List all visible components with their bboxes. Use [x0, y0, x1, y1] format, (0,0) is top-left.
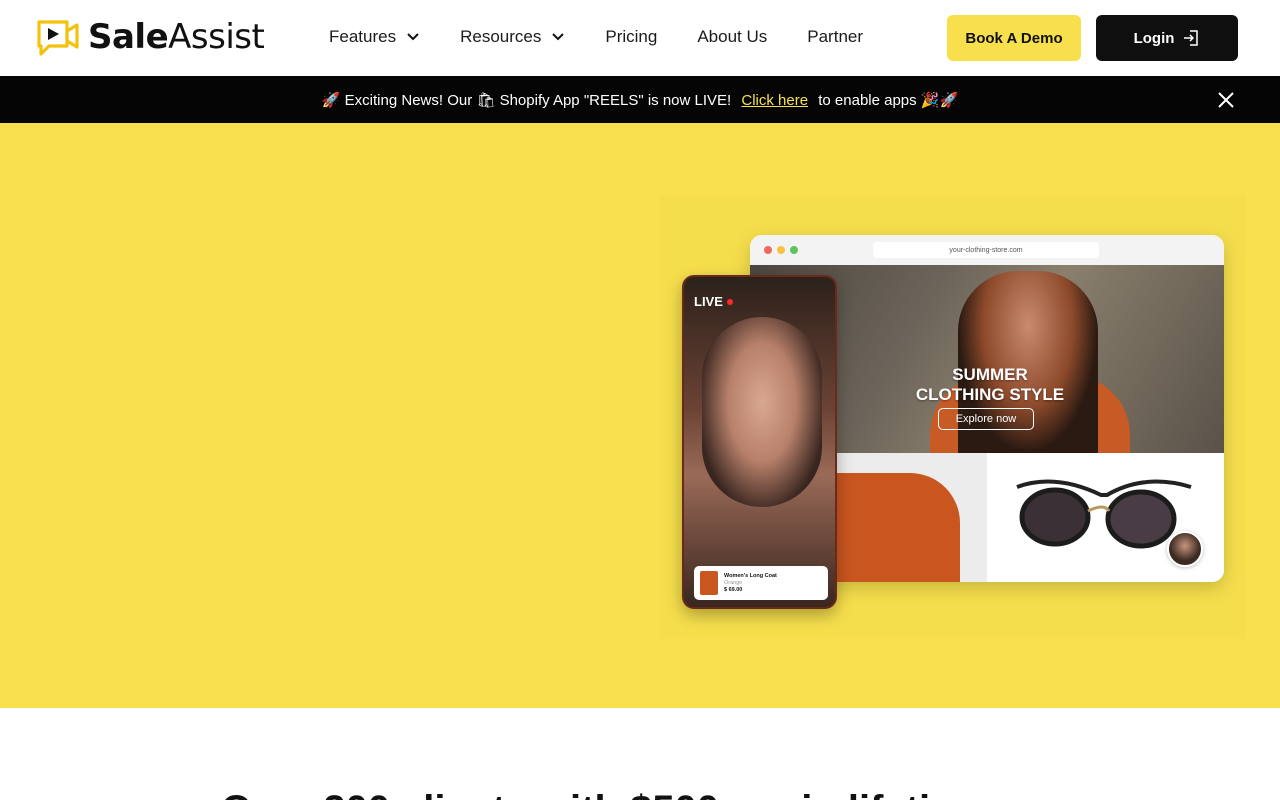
nav-pricing-label: Pricing: [605, 27, 658, 46]
live-stream-phone: LIVE Women's Long Coat Orange $ 69.00: [682, 275, 837, 609]
nav-features-label: Features: [329, 27, 397, 46]
product-color: Orange: [724, 579, 743, 586]
address-bar: your-clothing-store.com: [873, 242, 1099, 258]
top-navigation: SaleAssist Features Resources Pricing Ab…: [0, 0, 1280, 76]
browser-toolbar: your-clothing-store.com: [750, 235, 1224, 265]
announcement-banner: 🚀 Exciting News! Our 🛍 Shopify App "REEL…: [0, 76, 1280, 123]
login-button[interactable]: Login: [1096, 15, 1238, 61]
product-details: Women's Long Coat Orange $ 69.00: [724, 573, 777, 594]
clients-section: Over 200 clients with $500 mn in lifetim…: [0, 708, 1280, 800]
announcement-suffix: to enable apps 🎉🚀: [818, 91, 959, 109]
hero-illustration: your-clothing-store.com SUMMER CLOTHING …: [660, 195, 1246, 639]
live-badge: LIVE: [694, 294, 733, 309]
video-chat-logo-icon: [37, 20, 79, 56]
announcement-message: 🚀 Exciting News! Our 🛍 Shopify App "REEL…: [322, 91, 958, 109]
nav-about-us-label: About Us: [697, 27, 768, 46]
announcement-link[interactable]: Click here: [741, 92, 808, 109]
main-menu: Features Resources Pricing About Us Part…: [329, 24, 903, 50]
window-minimize-dot: [777, 246, 785, 254]
live-host-image: [702, 317, 822, 507]
product-name: Women's Long Coat: [724, 572, 777, 579]
product-card: Women's Long Coat Orange $ 69.00: [694, 566, 828, 600]
login-icon: [1184, 30, 1199, 46]
sunglasses-product-image: [987, 453, 1224, 582]
announcement-text: 🚀 Exciting News! Our 🛍 Shopify App "REEL…: [321, 91, 732, 109]
product-price: $ 69.00: [724, 586, 743, 593]
product-thumbnail: [700, 571, 718, 595]
chevron-down-icon: [407, 33, 419, 41]
host-avatar: [1167, 531, 1203, 567]
nav-partner-label: Partner: [807, 27, 864, 46]
chevron-down-icon: [552, 33, 565, 41]
brand-logo[interactable]: SaleAssist: [36, 16, 265, 58]
brand-name: SaleAssist: [88, 17, 265, 57]
nav-pricing[interactable]: Pricing: [605, 27, 657, 47]
nav-resources[interactable]: Resources: [460, 27, 565, 47]
live-label: LIVE: [694, 294, 723, 309]
window-close-dot: [764, 246, 772, 254]
clients-heading: Over 200 clients with $500 mn in lifetim…: [0, 788, 1280, 800]
close-icon[interactable]: [1216, 90, 1236, 110]
login-label: Login: [1133, 29, 1175, 47]
hero-section: your-clothing-store.com SUMMER CLOTHING …: [0, 123, 1280, 708]
nav-resources-label: Resources: [460, 27, 542, 46]
nav-features[interactable]: Features: [329, 27, 420, 47]
promo-title: SUMMER CLOTHING STYLE: [915, 365, 1065, 404]
nav-about-us[interactable]: About Us: [697, 27, 767, 47]
window-maximize-dot: [790, 246, 798, 254]
live-dot-icon: [726, 298, 733, 305]
explore-button: Explore now: [938, 408, 1034, 430]
book-demo-button[interactable]: Book A Demo: [947, 15, 1081, 61]
nav-partner[interactable]: Partner: [807, 27, 863, 47]
